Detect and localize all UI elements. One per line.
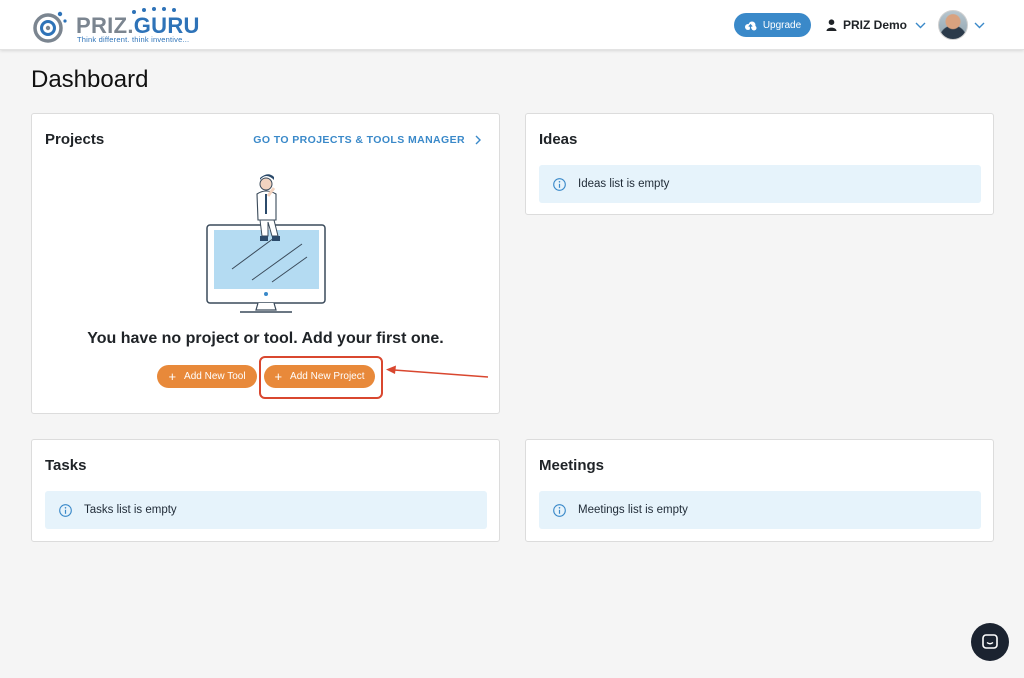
tasks-card: Tasks Tasks list is empty (31, 439, 500, 542)
account-menu[interactable] (938, 10, 985, 40)
logo-dots-icon (132, 7, 176, 14)
user-icon (826, 19, 837, 31)
chevron-right-icon (475, 135, 481, 145)
user-name: PRIZ Demo (843, 18, 908, 32)
tasks-empty-text: Tasks list is empty (84, 504, 177, 516)
meetings-card: Meetings Meetings list is empty (525, 439, 994, 542)
upgrade-label: Upgrade (762, 19, 802, 31)
chat-launcher-button[interactable] (971, 623, 1009, 661)
ideas-title: Ideas (539, 131, 578, 148)
arrow-annotation-icon (386, 365, 489, 378)
info-icon (553, 503, 566, 517)
projects-title: Projects (45, 131, 105, 148)
ideas-empty-notice: Ideas list is empty (539, 165, 981, 203)
logo-tagline: Think different. think inventive... (77, 35, 190, 44)
annotation-highlight-box (259, 356, 383, 399)
chat-icon (982, 634, 998, 649)
projects-empty-message: You have no project or tool. Add your fi… (87, 330, 444, 347)
add-new-tool-button[interactable]: + Add New Tool (157, 365, 257, 388)
meetings-empty-text: Meetings list is empty (578, 504, 688, 516)
tasks-empty-notice: Tasks list is empty (45, 491, 487, 529)
plus-icon: + (168, 369, 177, 384)
info-icon (59, 503, 72, 517)
projects-link-label: GO TO PROJECTS & TOOLS MANAGER (253, 134, 465, 146)
priz-guru-logo[interactable]: PRIZ.GURU Think different. think inventi… (30, 5, 205, 47)
top-header: PRIZ.GURU Think different. think inventi… (0, 0, 1024, 50)
chevron-down-icon (974, 22, 985, 28)
add-tool-label: Add New Tool (184, 371, 246, 382)
user-menu[interactable]: PRIZ Demo (826, 14, 926, 36)
logo-mark-icon (33, 11, 67, 43)
chevron-down-icon (915, 22, 926, 28)
tasks-title: Tasks (45, 457, 87, 474)
meetings-empty-notice: Meetings list is empty (539, 491, 981, 529)
avatar (938, 10, 968, 40)
ideas-card: Ideas Ideas list is empty (525, 113, 994, 215)
empty-projects-illustration (206, 174, 326, 313)
projects-tools-manager-link[interactable]: GO TO PROJECTS & TOOLS MANAGER (253, 134, 481, 146)
ideas-empty-text: Ideas list is empty (578, 178, 670, 190)
meetings-title: Meetings (539, 457, 605, 474)
page-title: Dashboard (31, 66, 149, 93)
cloud-upgrade-icon (744, 21, 757, 30)
info-icon (553, 177, 566, 191)
upgrade-button[interactable]: Upgrade (734, 13, 811, 37)
